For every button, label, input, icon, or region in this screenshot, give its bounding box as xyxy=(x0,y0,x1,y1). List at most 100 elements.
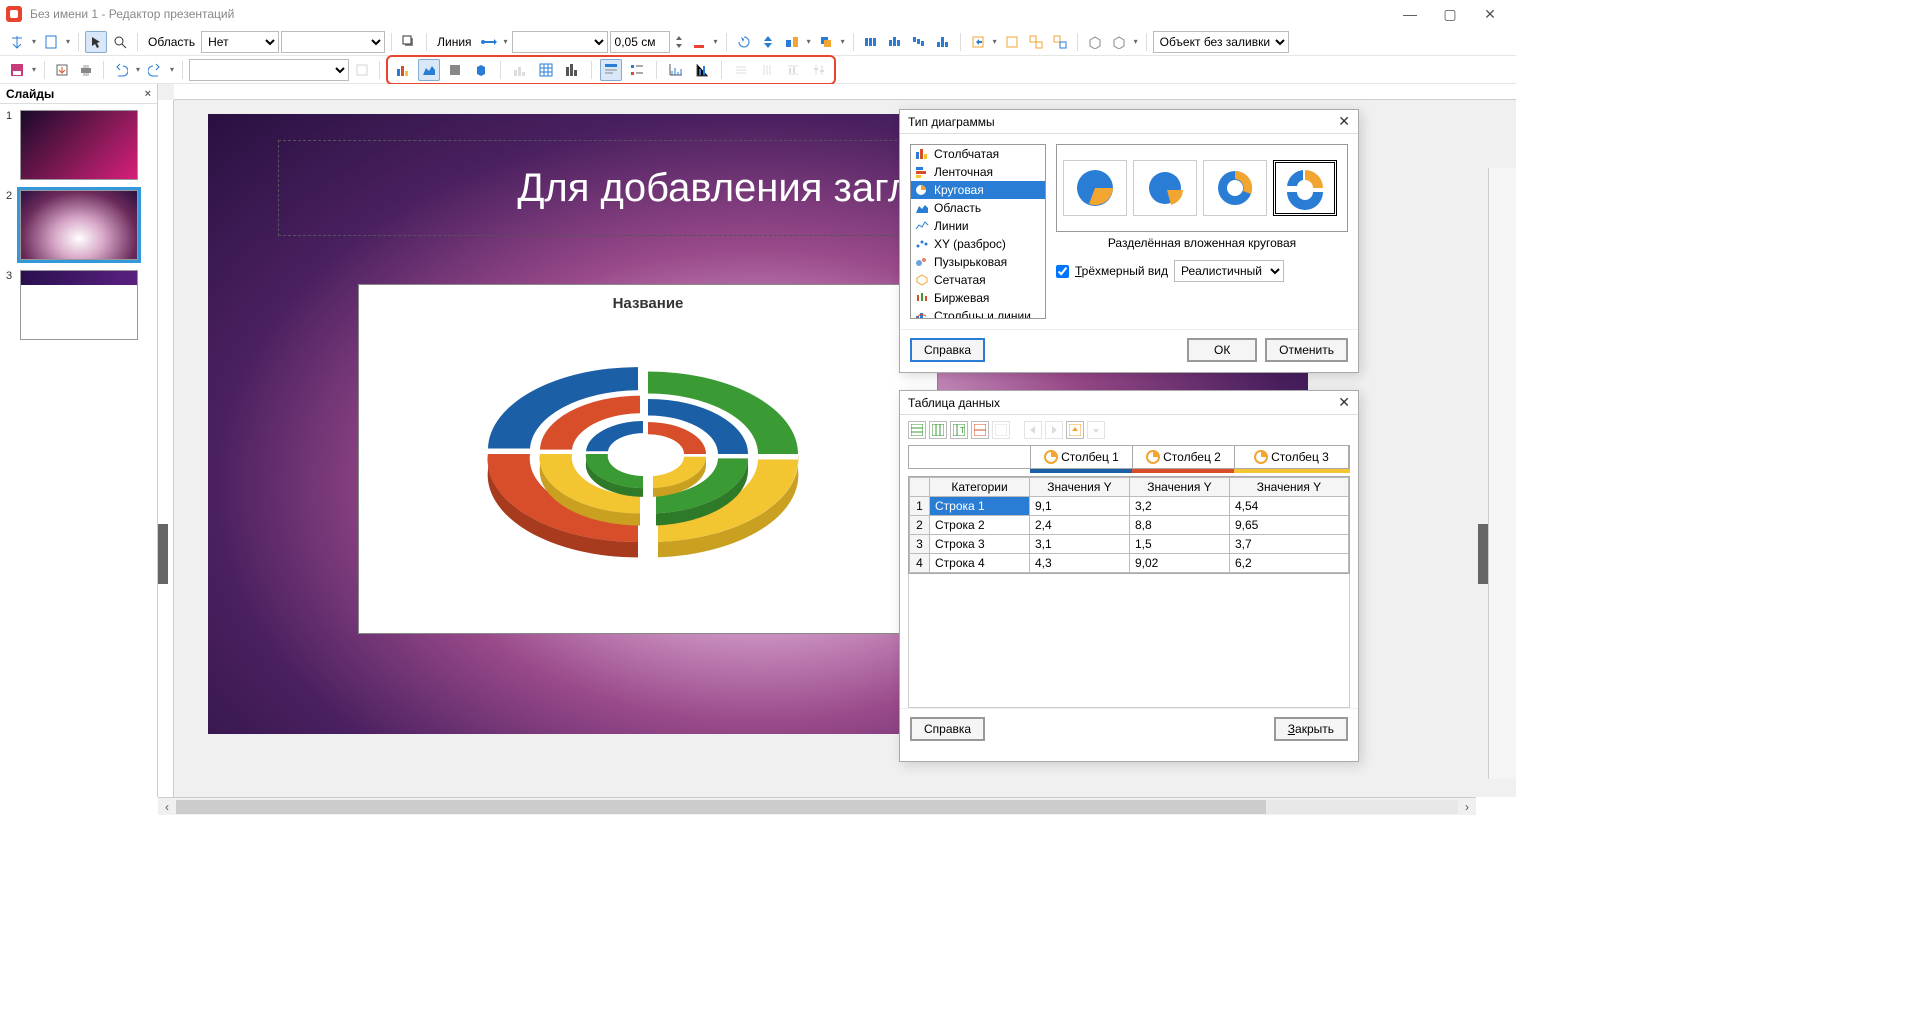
type-item-pie[interactable]: Круговая xyxy=(911,181,1045,199)
scroll-right-icon[interactable]: › xyxy=(1458,800,1476,814)
save-icon[interactable] xyxy=(6,59,28,81)
line-style-select[interactable] xyxy=(512,31,608,53)
close-button[interactable]: ✕ xyxy=(1480,6,1500,23)
move-up-icon[interactable] xyxy=(1066,421,1084,439)
col-header-1[interactable]: Столбец 1 xyxy=(1031,446,1133,468)
subtype-exploded-pie[interactable] xyxy=(1133,160,1197,216)
chart-object[interactable]: Название xyxy=(358,284,938,634)
chart-type-dialog-close[interactable]: ✕ xyxy=(1338,113,1350,130)
legend-icon[interactable] xyxy=(626,59,648,81)
distribute-v-icon[interactable] xyxy=(908,31,930,53)
spinner-icon[interactable] xyxy=(672,31,686,53)
maximize-button[interactable]: ▢ xyxy=(1440,6,1460,23)
fill-pattern-select[interactable]: Объект без заливки и xyxy=(1153,31,1289,53)
data-ranges-icon[interactable] xyxy=(561,59,583,81)
slide-thumb-2[interactable]: 2 xyxy=(6,190,151,260)
delete-row-icon[interactable] xyxy=(971,421,989,439)
type-item-net[interactable]: Сетчатая xyxy=(911,271,1045,289)
align-dropdown[interactable]: ▾ xyxy=(805,37,813,46)
enter-group-icon[interactable] xyxy=(967,31,989,53)
save-dropdown[interactable]: ▾ xyxy=(30,65,38,74)
insert-row-icon[interactable] xyxy=(908,421,926,439)
axis-v-icon[interactable] xyxy=(691,59,713,81)
chart-type-help-button[interactable]: Справка xyxy=(910,338,985,362)
data-grid[interactable]: Категории Значения Y Значения Y Значения… xyxy=(908,476,1350,574)
fill-mode-select[interactable]: Нет xyxy=(201,31,279,53)
enter-group-dropdown[interactable]: ▾ xyxy=(991,37,999,46)
chart-type-cancel-button[interactable]: Отменить xyxy=(1265,338,1348,362)
line-width-input[interactable] xyxy=(610,31,670,53)
type-item-combo[interactable]: Столбцы и линии xyxy=(911,307,1045,319)
grid-maj-icon[interactable] xyxy=(782,59,804,81)
chart-type-ok-button[interactable]: ОК xyxy=(1187,338,1257,362)
3d-checkbox[interactable] xyxy=(1056,265,1069,278)
chart-type-dialog-title[interactable]: Тип диаграммы ✕ xyxy=(900,110,1358,134)
chart-wall-icon[interactable] xyxy=(444,59,466,81)
chart-data-icon[interactable] xyxy=(509,59,531,81)
ungroup-icon[interactable] xyxy=(1049,31,1071,53)
chart-type-list[interactable]: Столбчатая Ленточная Круговая Область Ли… xyxy=(910,144,1046,319)
data-row-1[interactable]: 1Строка 19,13,24,54 xyxy=(910,497,1349,516)
exit-group-icon[interactable] xyxy=(1001,31,1023,53)
chart-area-icon[interactable] xyxy=(418,59,440,81)
export-icon[interactable] xyxy=(51,59,73,81)
scroll-track[interactable] xyxy=(176,800,1458,814)
type-item-stock[interactable]: Биржевая xyxy=(911,289,1045,307)
col-header-2[interactable]: Столбец 2 xyxy=(1133,446,1235,468)
line-color-dropdown[interactable]: ▾ xyxy=(712,37,720,46)
distribute-c-icon[interactable] xyxy=(884,31,906,53)
line-color-icon[interactable] xyxy=(688,31,710,53)
type-item-bar[interactable]: Ленточная xyxy=(911,163,1045,181)
print-icon[interactable] xyxy=(75,59,97,81)
arrange-dropdown[interactable]: ▾ xyxy=(839,37,847,46)
data-table-icon[interactable] xyxy=(535,59,557,81)
data-row-3[interactable]: 3Строка 33,11,53,7 xyxy=(910,535,1349,554)
grid-h-icon[interactable] xyxy=(730,59,752,81)
slide-thumb-1[interactable]: 1 xyxy=(6,110,151,180)
rotate-icon[interactable] xyxy=(733,31,755,53)
3d-style-select[interactable]: Реалистичный xyxy=(1174,260,1284,282)
undo-icon[interactable] xyxy=(110,59,132,81)
page-icon[interactable] xyxy=(40,31,62,53)
anchor-dropdown[interactable]: ▾ xyxy=(30,37,38,46)
panel-handle-left[interactable] xyxy=(158,524,168,584)
right-sidebar-strip[interactable] xyxy=(1488,168,1516,779)
flip-v-icon[interactable] xyxy=(757,31,779,53)
titles-icon[interactable] xyxy=(600,59,622,81)
chart-element-select[interactable] xyxy=(189,59,349,81)
data-table-dialog-close[interactable]: ✕ xyxy=(1338,394,1350,411)
scroll-left-icon[interactable]: ‹ xyxy=(158,800,176,814)
group-icon[interactable] xyxy=(1025,31,1047,53)
type-item-xy[interactable]: XY (разброс) xyxy=(911,235,1045,253)
line-endings-dropdown[interactable]: ▾ xyxy=(502,37,510,46)
data-grid-empty-area[interactable] xyxy=(908,574,1350,708)
insert-text-col-icon[interactable]: T xyxy=(950,421,968,439)
insert-col-icon[interactable] xyxy=(929,421,947,439)
minimize-button[interactable]: — xyxy=(1400,6,1420,23)
zoom-tool[interactable] xyxy=(109,31,131,53)
data-table-help-button[interactable]: Справка xyxy=(910,717,985,741)
shadow-icon[interactable] xyxy=(398,31,420,53)
slide-thumb-3[interactable]: 3 xyxy=(6,270,151,340)
axis-h-icon[interactable] xyxy=(665,59,687,81)
col-header-3[interactable]: Столбец 3 xyxy=(1235,446,1349,468)
subtype-pie[interactable] xyxy=(1063,160,1127,216)
slides-panel-close[interactable]: × xyxy=(145,88,151,100)
chart-3d-icon[interactable] xyxy=(470,59,492,81)
3d-dropdown[interactable]: ▾ xyxy=(1132,37,1140,46)
horizontal-scrollbar[interactable]: ‹ › xyxy=(158,797,1476,815)
fill-color-select[interactable] xyxy=(281,31,385,53)
arrange-icon[interactable] xyxy=(815,31,837,53)
type-item-area[interactable]: Область xyxy=(911,199,1045,217)
scroll-thumb[interactable] xyxy=(176,800,1266,814)
3d-icon-b[interactable] xyxy=(1108,31,1130,53)
type-item-bubble[interactable]: Пузырьковая xyxy=(911,253,1045,271)
redo-dropdown[interactable]: ▾ xyxy=(168,65,176,74)
align-icon[interactable] xyxy=(781,31,803,53)
line-endings-icon[interactable] xyxy=(478,31,500,53)
chart-type-icon[interactable] xyxy=(392,59,414,81)
data-row-4[interactable]: 4Строка 44,39,026,2 xyxy=(910,554,1349,573)
redo-icon[interactable] xyxy=(144,59,166,81)
undo-dropdown[interactable]: ▾ xyxy=(134,65,142,74)
data-table-dialog-title[interactable]: Таблица данных ✕ xyxy=(900,391,1358,415)
